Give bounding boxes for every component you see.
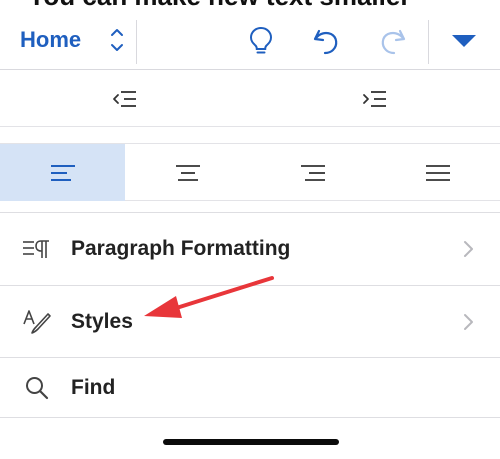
collapse-ribbon-button[interactable] bbox=[447, 24, 481, 58]
menu-item-label: Styles bbox=[71, 309, 133, 333]
home-indicator[interactable] bbox=[163, 439, 339, 445]
menu-item-label: Paragraph Formatting bbox=[71, 236, 291, 260]
menu-item-label: Find bbox=[71, 375, 116, 399]
home-tab-label: Home bbox=[20, 27, 82, 52]
justify-button[interactable] bbox=[375, 144, 500, 201]
increase-indent-icon bbox=[363, 91, 386, 107]
red-arrow-annotation bbox=[144, 276, 274, 318]
undo-icon bbox=[313, 29, 338, 55]
decrease-indent-button[interactable] bbox=[105, 83, 145, 115]
chevron-right-icon bbox=[464, 313, 473, 330]
redo-icon bbox=[381, 29, 406, 55]
redo-button[interactable] bbox=[375, 24, 409, 58]
up-down-chevron-icon bbox=[111, 29, 123, 51]
align-center-button[interactable] bbox=[125, 144, 250, 201]
styles-icon bbox=[22, 307, 52, 337]
justify-icon bbox=[425, 164, 450, 181]
chevron-right-icon bbox=[464, 240, 473, 257]
search-icon bbox=[22, 373, 52, 403]
align-right-icon bbox=[300, 164, 325, 181]
align-left-button[interactable] bbox=[0, 144, 125, 201]
indent-row bbox=[0, 71, 500, 127]
home-tab-switcher[interactable]: Home bbox=[14, 20, 132, 60]
ideas-button[interactable] bbox=[244, 24, 278, 58]
align-left-icon bbox=[50, 164, 75, 181]
alignment-row bbox=[0, 143, 500, 201]
decrease-indent-icon bbox=[113, 91, 136, 107]
align-right-button[interactable] bbox=[250, 144, 375, 201]
undo-button[interactable] bbox=[310, 24, 344, 58]
toolbar-divider bbox=[428, 20, 429, 64]
partial-document-text: You can make new text smaller bbox=[28, 0, 468, 8]
align-center-icon bbox=[175, 164, 200, 181]
ribbon-toolbar: Home bbox=[0, 8, 500, 70]
paragraph-formatting-icon bbox=[22, 234, 52, 264]
increase-indent-button[interactable] bbox=[355, 83, 395, 115]
triangle-down-icon bbox=[452, 35, 476, 47]
toolbar-divider bbox=[136, 20, 137, 64]
menu-item-find[interactable]: Find bbox=[0, 357, 500, 418]
lightbulb-icon bbox=[249, 26, 273, 54]
